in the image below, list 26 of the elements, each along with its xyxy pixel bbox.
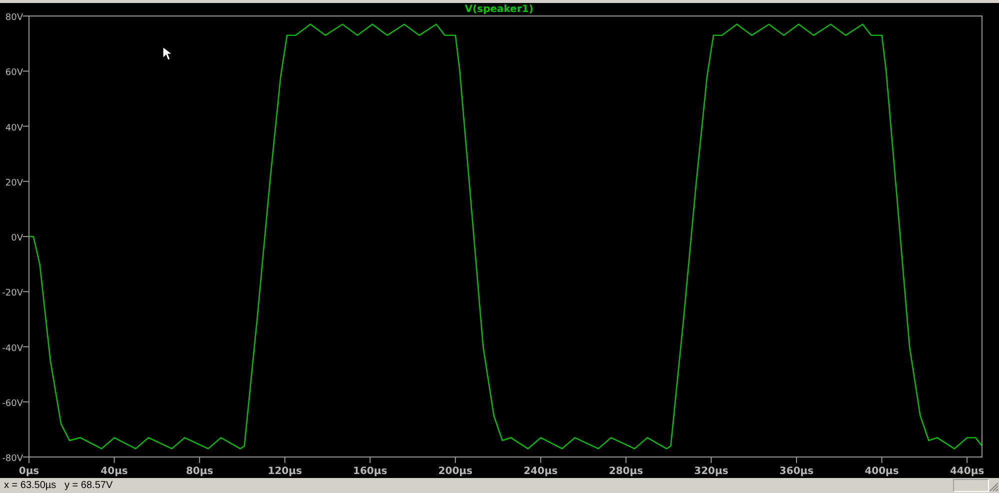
x-tick-label: 440µs [950,466,984,477]
x-tick-label: 360µs [779,466,814,477]
x-tick-label: 40µs [100,466,128,477]
y-tick-label: -40V [2,344,23,354]
x-tick-label: 0µs [18,466,40,477]
mouse-pointer-icon [162,46,173,60]
x-tick-label: 400µs [864,466,899,477]
y-tick-label: -20V [2,288,23,299]
y-tick-label: 60V [5,68,23,78]
y-tick-label: 80V [5,13,23,23]
y-tick-label: -80V [2,454,23,464]
x-tick-label: 120µs [268,466,302,477]
trace-title[interactable]: V(speaker1) [464,4,534,15]
y-tick-label: -60V [2,398,23,409]
cursor-readout: x = 63.50µs y = 68.57V [4,479,113,493]
y-tick-label: 0V [11,234,23,244]
x-tick-label: 280µs [608,466,644,477]
x-tick-label: 320µs [694,466,728,477]
resize-grip-icon [989,482,999,492]
x-tick-label: 160µs [353,466,388,477]
x-tick-label: 240µs [524,466,558,477]
y-tick-label: 40V [5,123,23,134]
y-tick-label: 20V [5,178,23,188]
x-tick-label: 200µs [438,466,472,477]
status-panel [953,479,989,492]
x-tick-label: 80µs [186,466,214,477]
